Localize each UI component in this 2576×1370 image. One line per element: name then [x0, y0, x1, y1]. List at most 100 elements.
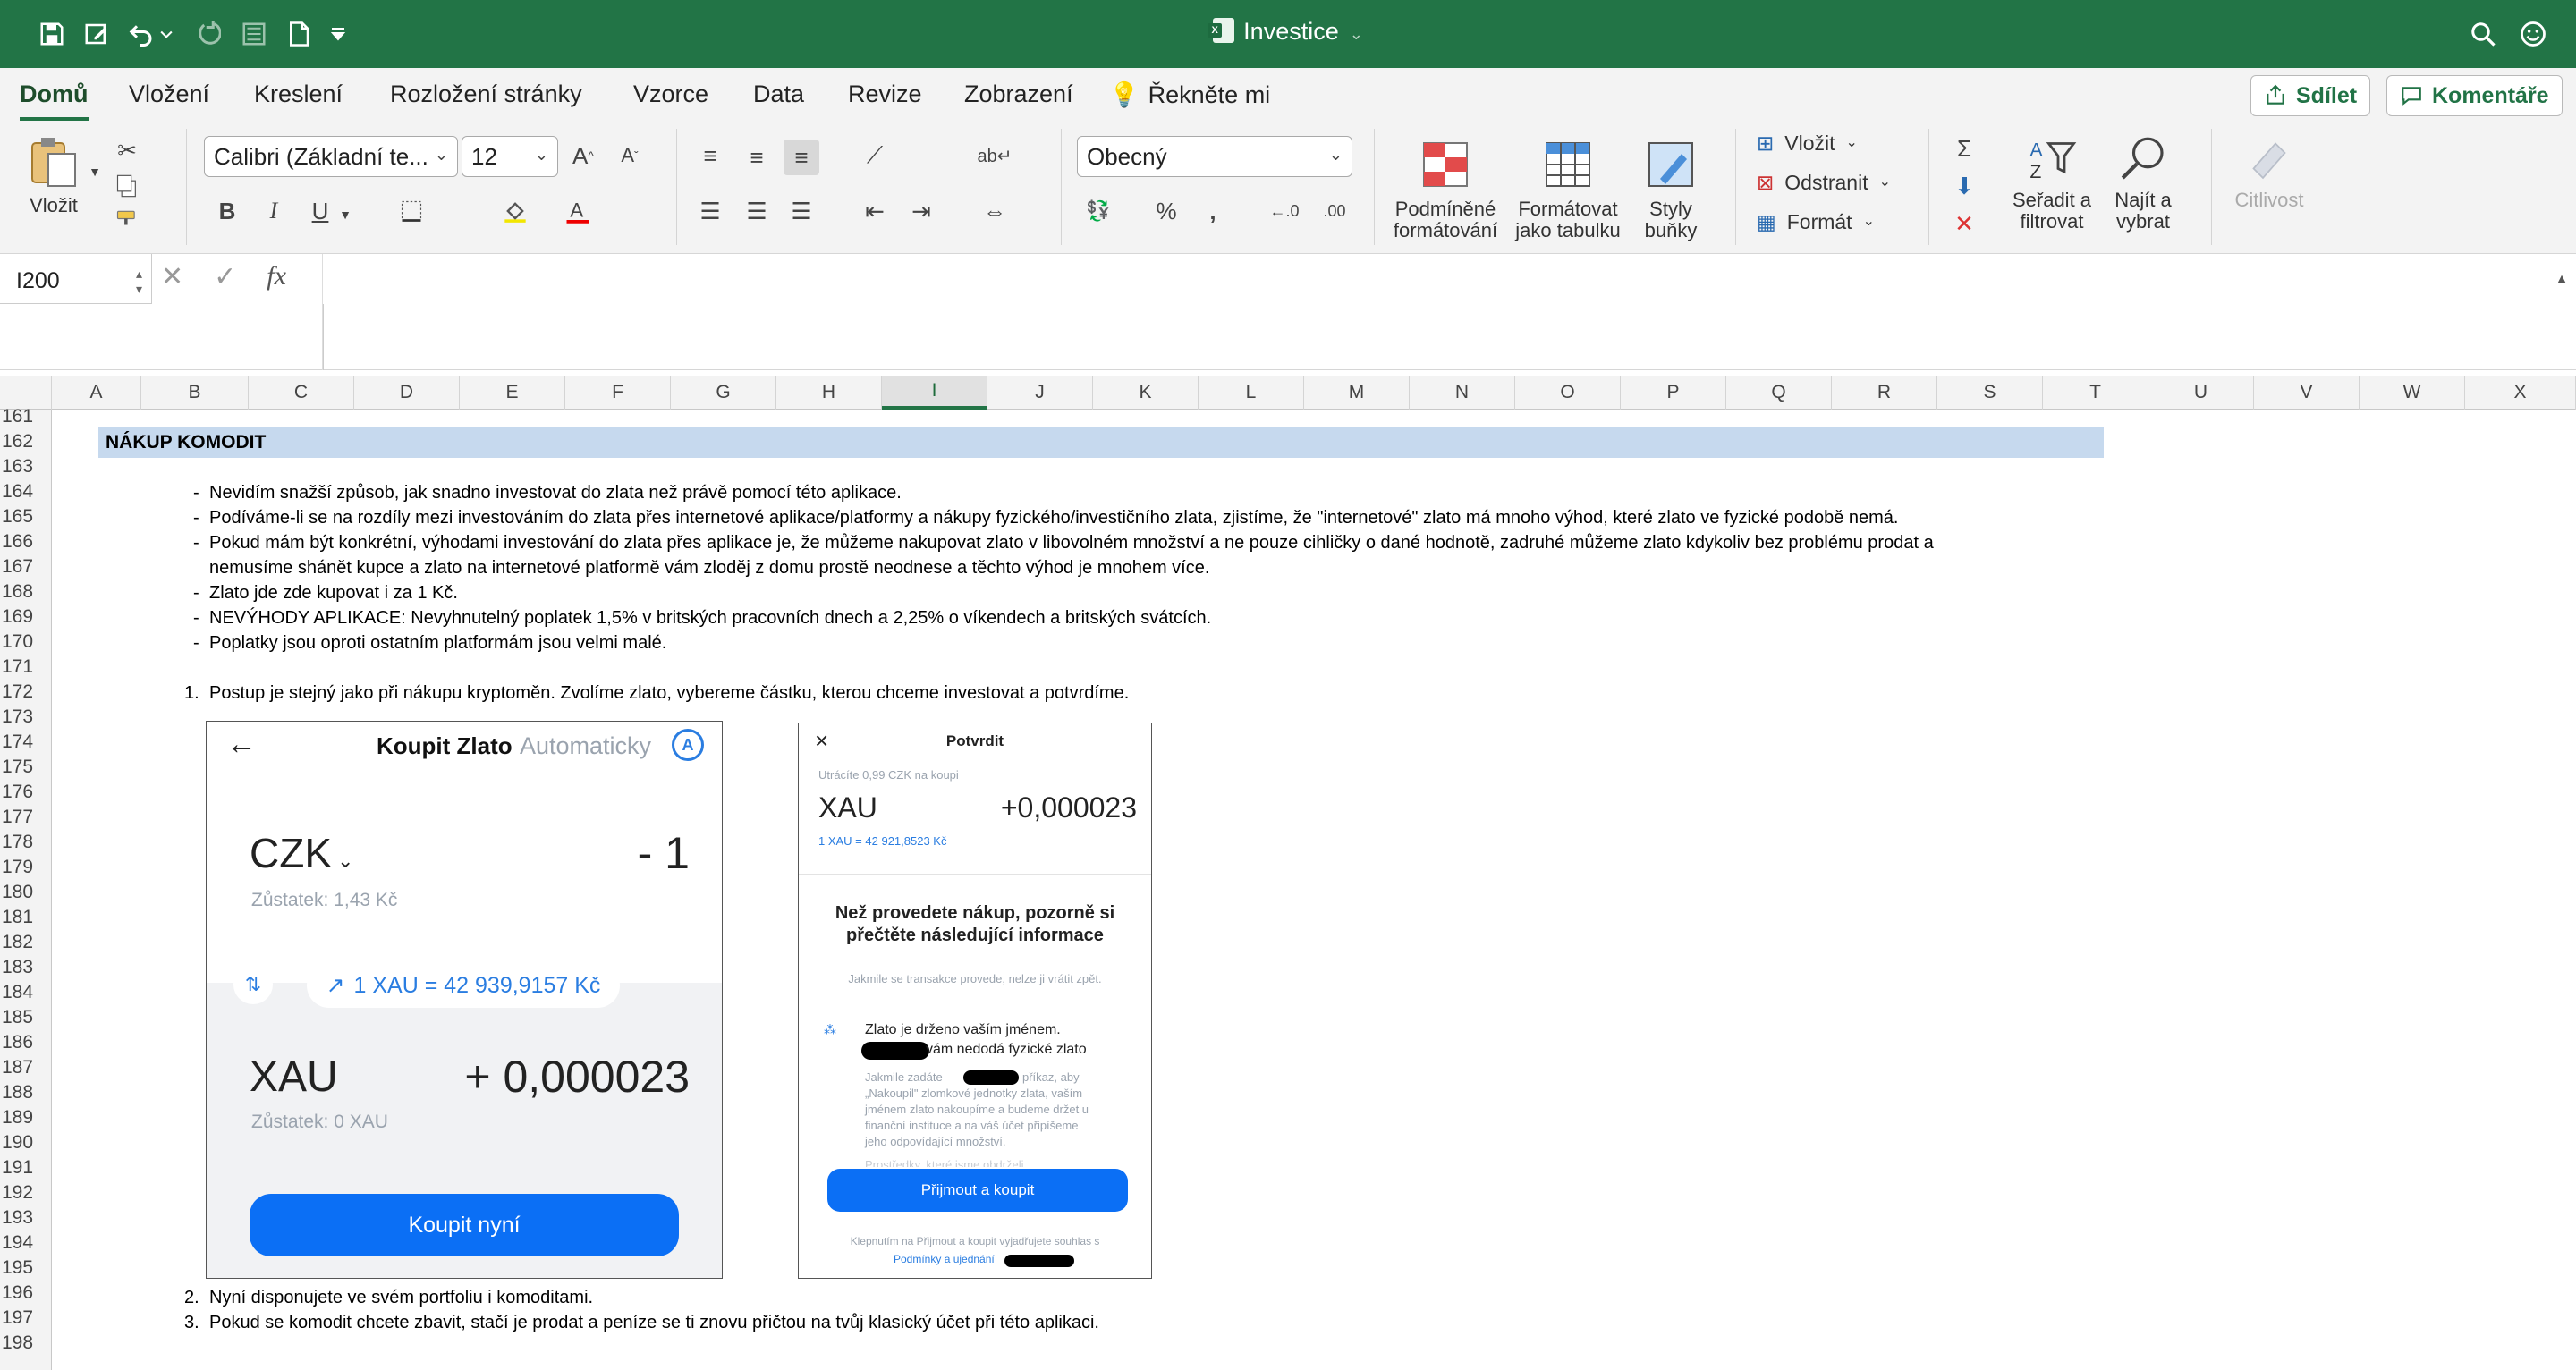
- row-header[interactable]: 172: [0, 681, 52, 703]
- currency-format-icon[interactable]: 💱: [1080, 193, 1116, 229]
- column-header[interactable]: A: [52, 376, 141, 410]
- align-left-icon[interactable]: ☰: [692, 193, 728, 229]
- expand-formula-bar-icon[interactable]: ▲: [2555, 272, 2569, 288]
- row-header[interactable]: 195: [0, 1257, 52, 1279]
- column-header[interactable]: H: [776, 376, 882, 410]
- column-header[interactable]: B: [141, 376, 249, 410]
- column-header[interactable]: S: [1937, 376, 2043, 410]
- comments-button[interactable]: Komentáře: [2386, 75, 2563, 116]
- row-header[interactable]: 177: [0, 807, 52, 828]
- row-header[interactable]: 184: [0, 982, 52, 1003]
- format-as-table-button[interactable]: Formátovat jako tabulku: [1510, 136, 1626, 241]
- share-button[interactable]: Sdílet: [2250, 75, 2371, 116]
- row-header[interactable]: 186: [0, 1032, 52, 1053]
- row-header[interactable]: 179: [0, 857, 52, 878]
- align-middle-icon[interactable]: ≡: [739, 140, 775, 175]
- align-bottom-icon[interactable]: ≡: [784, 140, 819, 175]
- formula-input[interactable]: [322, 254, 2540, 370]
- column-header[interactable]: E: [460, 376, 565, 410]
- fill-color-icon[interactable]: [497, 193, 533, 229]
- row-header[interactable]: 182: [0, 932, 52, 953]
- font-color-icon[interactable]: A: [560, 193, 596, 229]
- cut-icon[interactable]: ✂: [109, 132, 145, 168]
- sort-filter-button[interactable]: AZ Seřadit a filtrovat: [2007, 134, 2097, 233]
- sensitivity-button[interactable]: Citlivost: [2229, 134, 2309, 211]
- bold-button[interactable]: B: [209, 193, 245, 229]
- paste-dropdown-icon[interactable]: ▼: [86, 154, 104, 190]
- row-header[interactable]: 161: [0, 406, 52, 427]
- row-header[interactable]: 198: [0, 1332, 52, 1354]
- row-header[interactable]: 171: [0, 656, 52, 678]
- column-header[interactable]: X: [2465, 376, 2576, 410]
- row-header[interactable]: 175: [0, 757, 52, 778]
- row-header[interactable]: 168: [0, 581, 52, 603]
- column-header[interactable]: V: [2254, 376, 2360, 410]
- underline-button[interactable]: U: [302, 193, 338, 229]
- row-header[interactable]: 163: [0, 456, 52, 478]
- fill-icon[interactable]: ⬇: [1946, 168, 1982, 204]
- column-header[interactable]: W: [2360, 376, 2465, 410]
- insert-cells-button[interactable]: ⊞ Vložit ⌄: [1757, 132, 1858, 154]
- column-header[interactable]: M: [1304, 376, 1410, 410]
- tab-review[interactable]: Revize: [848, 80, 922, 108]
- column-header[interactable]: P: [1621, 376, 1726, 410]
- row-header[interactable]: 174: [0, 732, 52, 753]
- tab-data[interactable]: Data: [753, 80, 804, 108]
- row-header[interactable]: 165: [0, 506, 52, 528]
- column-header-selected[interactable]: I: [882, 376, 987, 410]
- italic-button[interactable]: I: [256, 193, 292, 229]
- row-header[interactable]: 188: [0, 1082, 52, 1104]
- font-name-select[interactable]: Calibri (Základní te... ⌄: [204, 136, 458, 177]
- column-header[interactable]: G: [671, 376, 776, 410]
- row-header[interactable]: 162: [0, 431, 52, 452]
- tab-insert[interactable]: Vložení: [129, 80, 209, 108]
- row-header[interactable]: 167: [0, 556, 52, 578]
- search-icon[interactable]: [2465, 16, 2501, 52]
- wrap-text-icon[interactable]: ab↵: [977, 138, 1013, 173]
- column-header[interactable]: R: [1832, 376, 1937, 410]
- increase-indent-icon[interactable]: ⇥: [903, 193, 939, 229]
- sheet-grid[interactable]: NÁKUP KOMODIT - Nevidím snažší způsob, j…: [52, 410, 2576, 1370]
- copy-icon[interactable]: [109, 168, 145, 204]
- column-header[interactable]: L: [1199, 376, 1304, 410]
- row-header[interactable]: 185: [0, 1007, 52, 1028]
- cancel-formula-icon[interactable]: ✕: [161, 261, 183, 292]
- insert-function-icon[interactable]: fx: [267, 261, 286, 292]
- column-header[interactable]: Q: [1726, 376, 1832, 410]
- underline-dropdown-icon[interactable]: ▼: [336, 197, 354, 233]
- column-header[interactable]: F: [565, 376, 671, 410]
- row-header[interactable]: 191: [0, 1157, 52, 1179]
- confirm-formula-icon[interactable]: ✓: [214, 261, 236, 292]
- row-header[interactable]: 176: [0, 782, 52, 803]
- row-header[interactable]: 173: [0, 706, 52, 728]
- column-header[interactable]: K: [1093, 376, 1199, 410]
- tab-formulas[interactable]: Vzorce: [633, 80, 708, 108]
- name-box[interactable]: I200 ▴ ▾: [0, 254, 152, 304]
- row-header[interactable]: 180: [0, 882, 52, 903]
- column-header[interactable]: J: [987, 376, 1093, 410]
- percent-style-icon[interactable]: %: [1148, 193, 1184, 229]
- clear-icon[interactable]: ✕: [1946, 206, 1982, 241]
- format-cells-button[interactable]: ▦ Formát ⌄: [1757, 211, 1875, 233]
- column-header[interactable]: U: [2148, 376, 2254, 410]
- row-header[interactable]: 164: [0, 481, 52, 503]
- font-size-select[interactable]: 12 ⌄: [462, 136, 558, 177]
- row-header[interactable]: 189: [0, 1107, 52, 1129]
- column-header[interactable]: D: [354, 376, 460, 410]
- merge-center-icon[interactable]: ⇔: [977, 193, 1013, 229]
- row-header[interactable]: 166: [0, 531, 52, 553]
- row-header[interactable]: 169: [0, 606, 52, 628]
- paste-button[interactable]: Vložit: [25, 132, 82, 216]
- column-header[interactable]: N: [1410, 376, 1515, 410]
- conditional-formatting-button[interactable]: Podmíněné formátování: [1392, 136, 1499, 241]
- autosum-icon[interactable]: Σ: [1946, 131, 1982, 166]
- borders-icon[interactable]: [394, 193, 429, 229]
- format-painter-icon[interactable]: [109, 204, 145, 240]
- column-header[interactable]: O: [1515, 376, 1621, 410]
- row-header[interactable]: 196: [0, 1282, 52, 1304]
- row-header[interactable]: 181: [0, 907, 52, 928]
- row-header[interactable]: 190: [0, 1132, 52, 1154]
- find-select-button[interactable]: Najít a vybrat: [2102, 134, 2184, 233]
- row-header[interactable]: 193: [0, 1207, 52, 1229]
- comma-style-icon[interactable]: ,: [1195, 193, 1231, 229]
